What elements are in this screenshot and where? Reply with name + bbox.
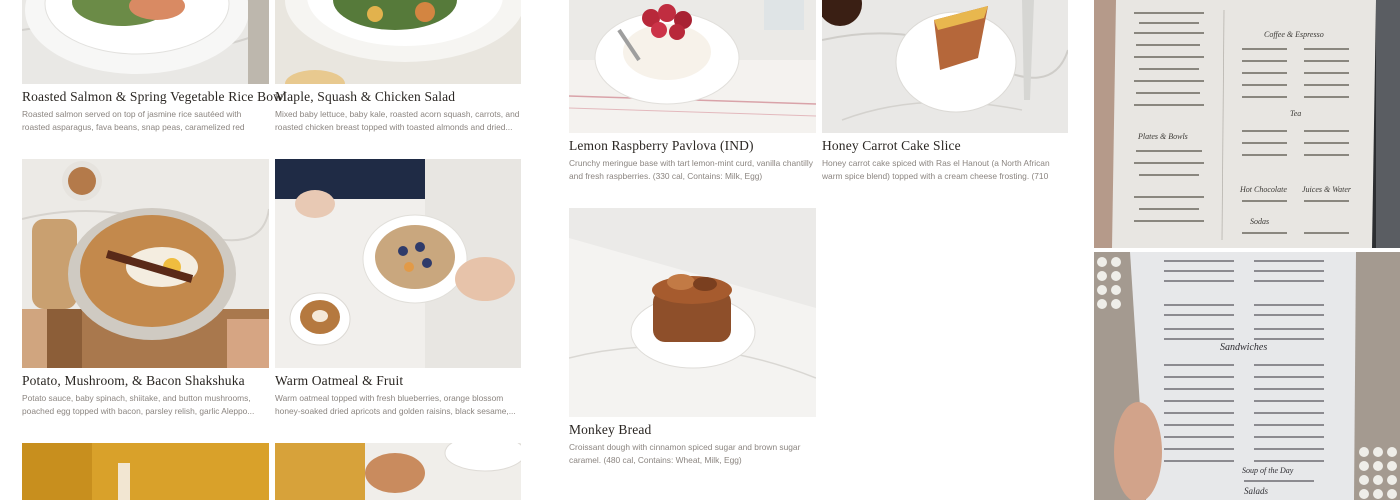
menu-item-card[interactable]: Potato, Mushroom, & Bacon Shakshuka Pota… [22, 159, 284, 424]
menu-item-photo[interactable] [275, 443, 521, 500]
menu-item-photo[interactable] [569, 208, 816, 417]
drinks-menu-photo[interactable]: Plates & Bowls Coffee & Espresso Tea Hot… [1094, 0, 1400, 248]
menu-item-photo[interactable] [822, 0, 1068, 133]
menu-item-title[interactable]: Honey Carrot Cake Slice [822, 138, 1084, 154]
menu-item-title[interactable]: Warm Oatmeal & Fruit [275, 373, 537, 389]
menu-heading: Hot Chocolate [1240, 185, 1287, 194]
menu-item-card[interactable]: Lemon Raspberry Pavlova (IND) Crunchy me… [569, 0, 831, 190]
menu-item-photo[interactable] [22, 0, 269, 84]
menu-item-card[interactable] [275, 443, 521, 500]
menu-item-title[interactable]: Potato, Mushroom, & Bacon Shakshuka [22, 373, 284, 389]
menu-heading: Sandwiches [1220, 342, 1268, 353]
menu-item-card[interactable]: Maple, Squash & Chicken Salad Mixed baby… [275, 0, 537, 140]
menu-item-title[interactable]: Roasted Salmon & Spring Vegetable Rice B… [22, 89, 287, 105]
menu-item-description: Mixed baby lettuce, baby kale, roasted a… [275, 109, 520, 132]
menu-item-photo[interactable] [22, 443, 269, 500]
menu-item-card[interactable] [22, 443, 269, 500]
menu-item-description: Warm oatmeal topped with fresh blueberri… [275, 393, 516, 416]
menu-heading: Soup of the Day [1242, 466, 1294, 475]
menu-heading: Juices & Water [1302, 185, 1352, 194]
menu-item-photo[interactable] [275, 159, 521, 368]
menu-item-photo[interactable] [275, 0, 521, 84]
menu-heading: Plates & Bowls [1138, 132, 1188, 141]
food-menu-photo[interactable]: Sandwiches Soup of the Day Salads [1094, 252, 1400, 500]
menu-item-photo[interactable] [22, 159, 269, 368]
menu-heading: Sodas [1250, 217, 1270, 226]
menu-item-description: Croissant dough with cinnamon spiced sug… [569, 442, 801, 465]
menu-item-description: Potato sauce, baby spinach, shiitake, an… [22, 393, 255, 416]
menu-item-title[interactable]: Monkey Bread [569, 422, 831, 438]
menu-item-photo[interactable] [569, 0, 816, 133]
menu-item-card[interactable]: Honey Carrot Cake Slice Honey carrot cak… [822, 0, 1084, 190]
menu-item-description: Honey carrot cake spiced with Ras el Han… [822, 158, 1050, 181]
menu-item-title[interactable]: Maple, Squash & Chicken Salad [275, 89, 537, 105]
menu-heading: Tea [1290, 109, 1302, 118]
menu-item-description: Crunchy meringue base with tart lemon-mi… [569, 158, 813, 181]
menu-heading: Coffee & Espresso [1264, 30, 1324, 39]
menu-item-title[interactable]: Lemon Raspberry Pavlova (IND) [569, 138, 831, 154]
menu-item-card[interactable]: Warm Oatmeal & Fruit Warm oatmeal topped… [275, 159, 537, 424]
menu-heading: Salads [1244, 486, 1269, 496]
menu-item-description: Roasted salmon served on top of jasmine … [22, 109, 245, 132]
menu-item-card[interactable]: Monkey Bread Croissant dough with cinnam… [569, 208, 831, 478]
menu-item-card[interactable]: Roasted Salmon & Spring Vegetable Rice B… [22, 0, 287, 140]
